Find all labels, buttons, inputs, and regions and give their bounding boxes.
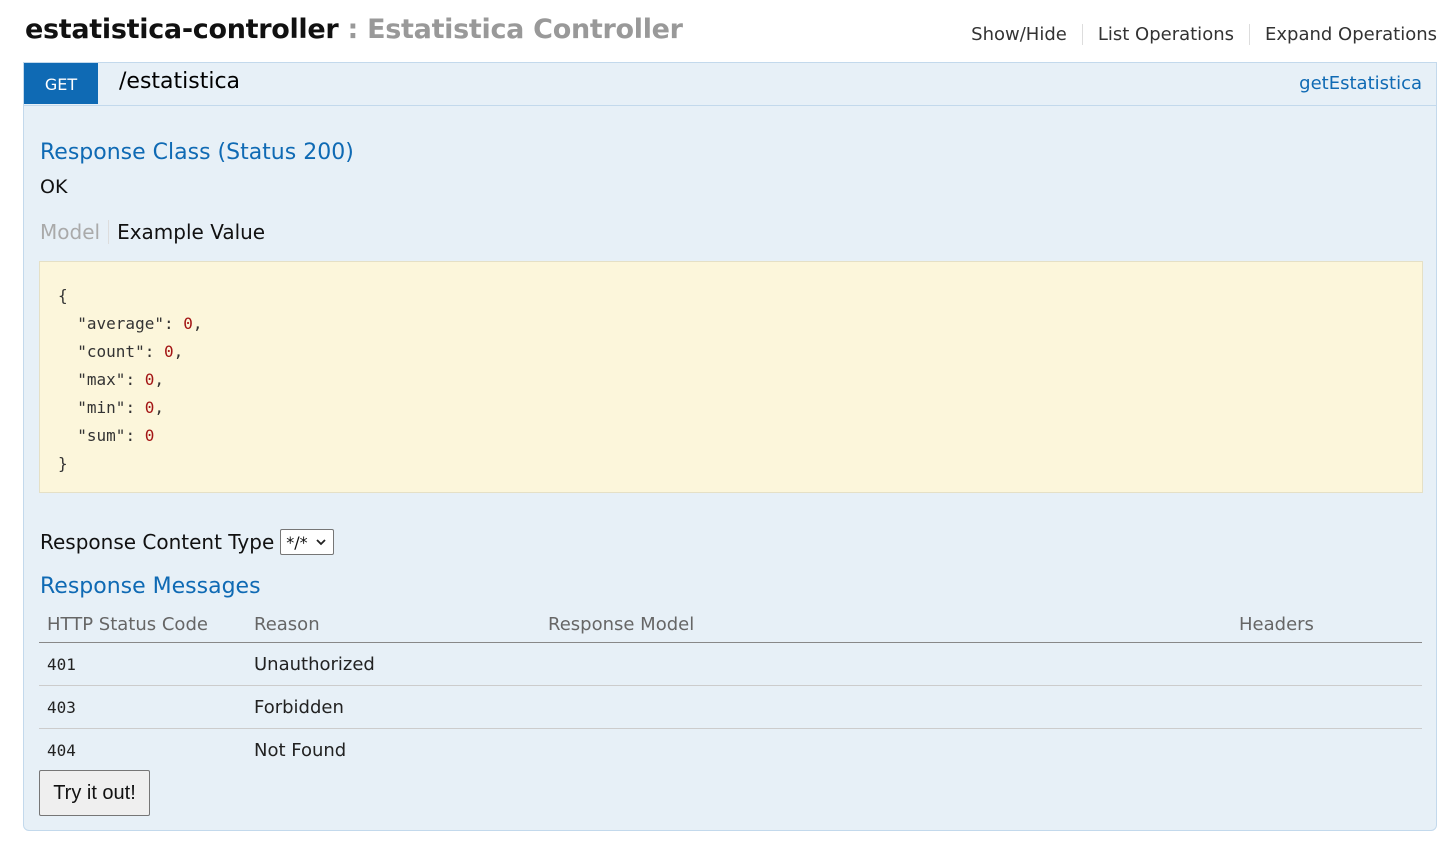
json-value: 0 bbox=[183, 314, 193, 333]
table-header-row: HTTP Status Code Reason Response Model H… bbox=[39, 610, 1422, 643]
signature-tabs: Model Example Value bbox=[40, 220, 265, 244]
json-line: "count": 0, bbox=[77, 342, 184, 361]
expand-operations-link[interactable]: Expand Operations bbox=[1249, 24, 1437, 45]
json-key: "min" bbox=[77, 398, 126, 417]
resource-heading[interactable]: estatistica-controller : Estatistica Con… bbox=[25, 14, 683, 45]
http-method-badge[interactable]: GET bbox=[24, 63, 98, 104]
headers bbox=[1231, 685, 1422, 729]
list-operations-link[interactable]: List Operations bbox=[1081, 24, 1249, 45]
reason: Forbidden bbox=[246, 685, 540, 729]
resource-separator: : bbox=[338, 14, 368, 45]
tab-example-value[interactable]: Example Value bbox=[109, 220, 265, 244]
json-value: 0 bbox=[163, 342, 174, 361]
json-value: 0 bbox=[144, 398, 155, 417]
response-model bbox=[540, 642, 1231, 686]
table-row: 401 Unauthorized bbox=[39, 642, 1422, 686]
headers bbox=[1231, 729, 1422, 772]
resource-actions: Show/Hide List Operations Expand Operati… bbox=[956, 24, 1437, 45]
operation-panel: GET /estatistica getEstatistica Response… bbox=[23, 62, 1437, 831]
json-key: "max" bbox=[77, 370, 126, 389]
show-hide-link[interactable]: Show/Hide bbox=[956, 24, 1082, 45]
json-comma: , bbox=[173, 342, 184, 361]
table-row: 403 Forbidden bbox=[39, 685, 1422, 729]
response-model bbox=[540, 685, 1231, 729]
selected-content-type: */* bbox=[286, 532, 308, 552]
json-line: "average": 0, bbox=[77, 314, 203, 333]
json-value: 0 bbox=[144, 370, 155, 389]
json-comma: , bbox=[154, 370, 164, 389]
response-model bbox=[540, 729, 1231, 772]
status-code: 401 bbox=[39, 642, 246, 686]
response-class-value: OK bbox=[40, 176, 68, 198]
chevron-down-icon bbox=[315, 533, 327, 555]
operation-header[interactable]: GET /estatistica getEstatistica bbox=[24, 63, 1436, 106]
status-code: 403 bbox=[39, 685, 246, 729]
column-header: Response Model bbox=[540, 610, 1231, 643]
json-line: "min": 0, bbox=[77, 398, 164, 417]
column-header: HTTP Status Code bbox=[39, 610, 246, 643]
json-open-brace: { bbox=[58, 286, 68, 305]
json-value: 0 bbox=[144, 426, 155, 445]
json-key: "count" bbox=[77, 342, 145, 361]
example-value-box[interactable]: { "average": 0, "count": 0, "max": 0, "m… bbox=[39, 261, 1423, 493]
json-key: "sum" bbox=[77, 426, 126, 445]
response-content-type-select[interactable]: */* bbox=[280, 529, 335, 555]
column-header: Reason bbox=[246, 610, 540, 643]
response-messages-title: Response Messages bbox=[40, 574, 261, 599]
json-line: "sum": 0 bbox=[77, 426, 155, 445]
json-line: "max": 0, bbox=[77, 370, 164, 389]
json-close-brace: } bbox=[58, 454, 68, 473]
status-code: 404 bbox=[47, 740, 76, 760]
response-content-type-label: Response Content Type bbox=[40, 530, 275, 554]
column-header: Headers bbox=[1231, 610, 1422, 643]
resource-name[interactable]: estatistica-controller bbox=[25, 14, 339, 45]
json-comma: , bbox=[192, 314, 203, 333]
operation-nickname-link[interactable]: getEstatistica bbox=[1299, 73, 1422, 94]
response-class-title: Response Class (Status 200) bbox=[40, 140, 354, 165]
json-key: "average" bbox=[77, 314, 164, 333]
reason: Unauthorized bbox=[246, 642, 540, 686]
reason: Not Found bbox=[254, 739, 347, 761]
tab-model[interactable]: Model bbox=[40, 220, 110, 244]
table-row: 404 Not Found bbox=[39, 729, 1422, 772]
headers bbox=[1231, 642, 1422, 686]
response-messages-table: HTTP Status Code Reason Response Model H… bbox=[39, 610, 1422, 771]
try-it-out-button[interactable]: Try it out! bbox=[39, 770, 150, 816]
response-content-type: Response Content Type */* bbox=[40, 529, 335, 555]
json-comma: , bbox=[154, 398, 164, 417]
resource-description: Estatistica Controller bbox=[367, 14, 683, 45]
operation-path[interactable]: /estatistica bbox=[119, 69, 240, 94]
